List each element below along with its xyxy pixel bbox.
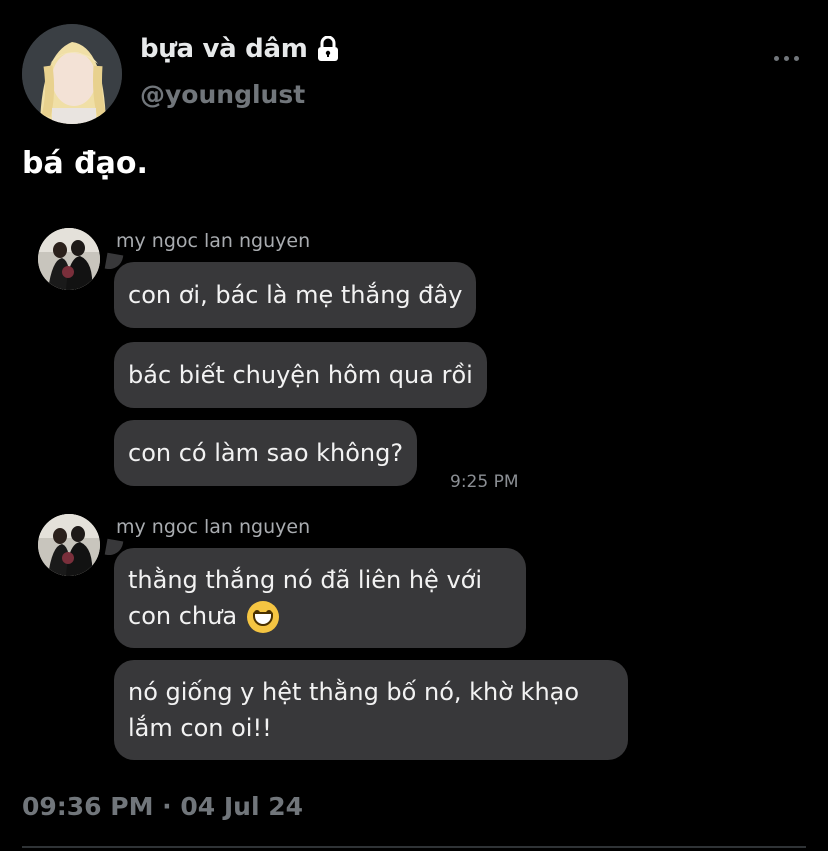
more-options-icon[interactable] bbox=[766, 44, 806, 72]
sender-name: my ngoc lan nguyen bbox=[116, 230, 311, 252]
sender-name: my ngoc lan nguyen bbox=[116, 516, 311, 538]
sender-avatar bbox=[38, 514, 100, 576]
message-text: con ơi, bác là mẹ thắng đây bbox=[128, 281, 463, 309]
grinning-face-emoji bbox=[247, 601, 280, 633]
display-name-text[interactable]: bựa và dâm bbox=[140, 34, 308, 64]
chat-bubble: con ơi, bác là mẹ thắng đây bbox=[114, 262, 477, 328]
sender-avatar bbox=[38, 228, 100, 290]
chat-bubble: con có làm sao không? bbox=[114, 420, 418, 486]
lock-icon bbox=[317, 36, 338, 61]
tweet-timestamp[interactable]: 09:36 PM · 04 Jul 24 bbox=[22, 792, 303, 821]
divider bbox=[22, 846, 806, 848]
message-text: con có làm sao không? bbox=[128, 439, 404, 467]
tweet-text: bá đạo. bbox=[22, 146, 148, 181]
message-time: 9:25 PM bbox=[450, 472, 519, 492]
display-name[interactable]: bựa và dâm bbox=[140, 34, 340, 64]
profile-avatar[interactable] bbox=[22, 24, 122, 124]
chat-bubble: thằng thắng nó đã liên hệ với con chưa bbox=[114, 548, 526, 648]
message-text: thằng thắng nó đã liên hệ với con chưa bbox=[128, 566, 482, 630]
message-text: nó giống y hệt thằng bố nó, khờ khạo lắm… bbox=[128, 678, 580, 742]
user-handle[interactable]: @younglust bbox=[140, 80, 305, 109]
chat-bubble: nó giống y hệt thằng bố nó, khờ khạo lắm… bbox=[114, 660, 628, 760]
message-text: bác biết chuyện hôm qua rồi bbox=[128, 361, 473, 389]
chat-bubble: bác biết chuyện hôm qua rồi bbox=[114, 342, 487, 408]
